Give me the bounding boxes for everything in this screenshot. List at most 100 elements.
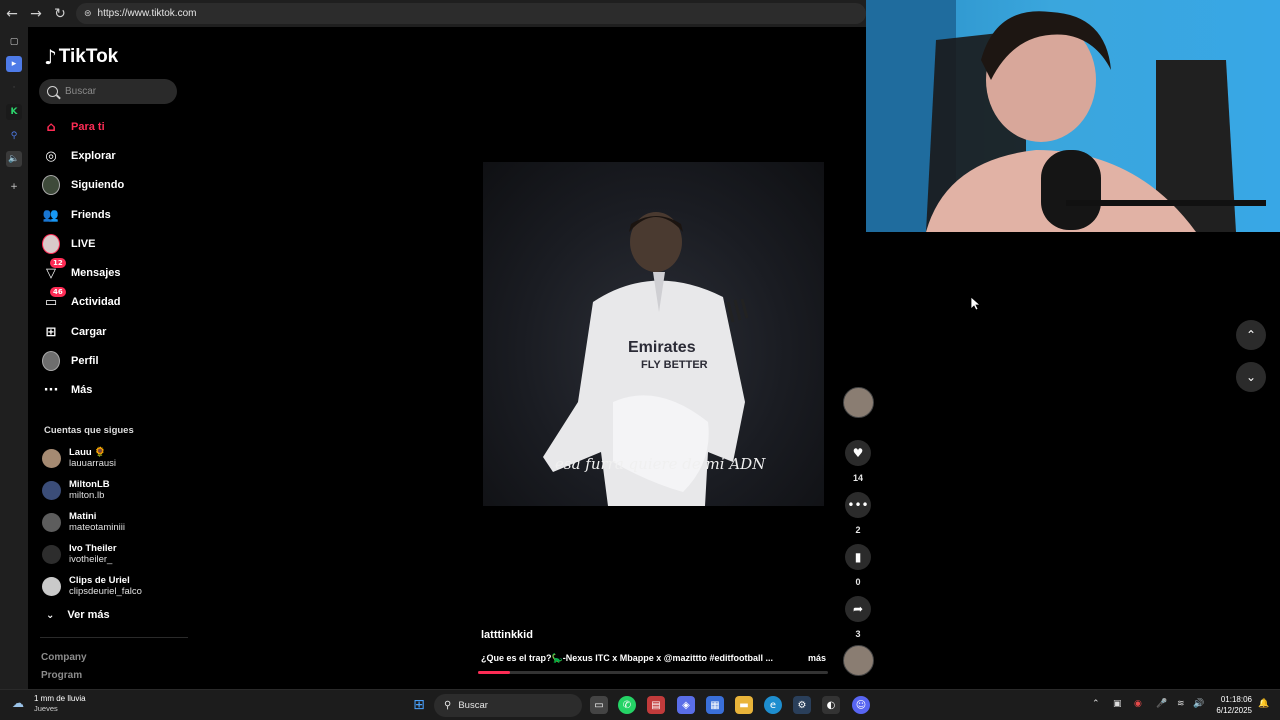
taskbar-search[interactable]: ⚲ Buscar [434, 694, 582, 717]
previous-video-button[interactable]: ⌃ [1236, 320, 1266, 350]
share-button[interactable]: ➦ [845, 596, 871, 622]
logo-text: TikTok [58, 46, 119, 67]
tiktok-logo[interactable]: ♪ TikTok [44, 45, 118, 69]
kick-icon[interactable]: K [6, 104, 22, 120]
footer-program-link[interactable]: Program [41, 670, 82, 681]
next-video-button[interactable]: ⌄ [1236, 362, 1266, 392]
following-account[interactable]: Clips de Uriel clipsdeuriel_falco [42, 572, 142, 600]
activity-icon: ▭ 46 [42, 287, 66, 311]
copilot-icon[interactable]: ◈ [677, 696, 695, 714]
comment-icon: ••• [847, 498, 869, 512]
address-bar[interactable]: ⊜ https://www.tiktok.com [76, 3, 866, 24]
search-input[interactable]: Buscar [39, 79, 177, 104]
video-author[interactable]: latttinkkid [481, 629, 533, 641]
nav-following[interactable]: Siguiendo [42, 174, 124, 196]
account-handle: clipsdeuriel_falco [69, 586, 142, 597]
add-icon[interactable]: + [6, 179, 22, 195]
nav-explore[interactable]: ◎ Explorar [42, 145, 116, 167]
nav-label: Explorar [71, 150, 116, 162]
search-icon: ⚲ [444, 700, 452, 711]
following-account[interactable]: Ivo Theiler ivotheiler_ [42, 540, 117, 568]
video-progress-bar[interactable] [478, 671, 828, 674]
site-info-icon: ⊜ [84, 8, 92, 19]
account-handle: milton.lb [69, 490, 105, 501]
back-button[interactable]: ← [0, 0, 24, 27]
nav-label: Perfil [71, 355, 99, 367]
search-placeholder: Buscar [65, 86, 97, 97]
avatar [42, 480, 61, 500]
notifications-icon[interactable]: 🔔 [1258, 699, 1269, 709]
compass-icon: ◎ [45, 148, 57, 164]
search-icon[interactable]: ⚲ [6, 128, 22, 144]
tray-app-icon[interactable]: ▣ [1113, 699, 1122, 709]
taskbar-search-label: Buscar [458, 700, 488, 711]
whatsapp-icon[interactable]: ✆ [618, 696, 636, 714]
windows-taskbar: ☁ 1 mm de lluvia Jueves ⊞ ⚲ Buscar ▭ ✆ ▤… [0, 689, 1280, 720]
following-account[interactable]: Lauu 🌻 lauuarrausi [42, 444, 116, 472]
account-name: Clips de Uriel [69, 575, 130, 586]
steam-icon[interactable]: ⚙ [793, 696, 811, 714]
tray-chevron-icon[interactable]: ⌃ [1092, 699, 1100, 709]
windows-start-icon[interactable]: ⊞ [410, 696, 428, 714]
svg-text:FLY BETTER: FLY BETTER [641, 359, 708, 371]
account-name: Matini [69, 511, 97, 522]
account-handle: mateotaminiii [69, 522, 125, 533]
messages-badge: 12 [50, 258, 66, 268]
nav-profile[interactable]: Perfil [42, 350, 99, 372]
more-icon: ··· [43, 382, 59, 398]
microphone-icon[interactable]: 🎤 [1156, 699, 1167, 709]
chevron-down-icon: ⌄ [1245, 370, 1257, 384]
edge-browser-icon[interactable]: e [764, 696, 782, 714]
nav-label: Para ti [71, 121, 105, 133]
sound-avatar[interactable] [843, 645, 874, 676]
avatar [42, 448, 61, 468]
system-clock[interactable]: 01:18:06 6/12/2025 [1208, 694, 1252, 716]
reload-button[interactable]: ↻ [48, 0, 72, 27]
nav-label: Cargar [71, 326, 107, 338]
account-name: Lauu 🌻 [69, 447, 107, 458]
weather-text: 1 mm de lluvia [34, 694, 86, 703]
discord-icon[interactable]: ☺ [852, 696, 870, 714]
nav-label: Actividad [71, 296, 121, 308]
nav-for-you[interactable]: ⌂ Para ti [42, 116, 105, 138]
tabs-icon[interactable]: ▢ [6, 34, 22, 50]
app-icon[interactable]: ▤ [647, 696, 665, 714]
app-icon[interactable]: ◐ [822, 696, 840, 714]
following-account[interactable]: MiltonLB milton.lb [42, 476, 110, 504]
file-explorer-icon[interactable]: ▬ [735, 696, 753, 714]
nav-more[interactable]: ··· Más [42, 379, 93, 401]
activity-badge: 46 [50, 287, 66, 297]
store-icon[interactable]: ▦ [706, 696, 724, 714]
video-player[interactable]: Emirates FLY BETTER esa furra quiere de … [483, 162, 824, 506]
task-view-icon[interactable]: ▭ [590, 696, 608, 714]
rain-cloud-icon: ☁ [12, 696, 24, 710]
nav-live[interactable]: LIVE [42, 233, 95, 255]
speaker-icon[interactable]: 🔈 [6, 151, 22, 167]
save-button[interactable]: ▮ [845, 544, 871, 570]
volume-icon[interactable]: 🔊 [1193, 699, 1204, 709]
app-icon[interactable]: ▸ [6, 56, 22, 72]
reload-icon: ↻ [54, 5, 66, 22]
nav-activity[interactable]: ▭ 46 Actividad [42, 287, 121, 313]
forward-button[interactable]: → [24, 0, 48, 27]
nav-messages[interactable]: ▽ 12 Mensajes [42, 258, 121, 284]
following-account[interactable]: Matini mateotaminiii [42, 508, 125, 536]
save-count: 0 [855, 577, 861, 587]
nav-upload[interactable]: ⊞ Cargar [42, 321, 107, 343]
app-icon[interactable]: · [6, 80, 22, 96]
clock-date: 6/12/2025 [1216, 706, 1252, 715]
comment-button[interactable]: ••• [845, 492, 871, 518]
avatar [42, 576, 61, 596]
like-button[interactable]: ♥ [845, 440, 871, 466]
wifi-icon[interactable]: ≋ [1177, 699, 1185, 709]
tray-app-icon[interactable]: ◉ [1134, 699, 1142, 709]
nav-label: Siguiendo [71, 179, 125, 191]
description-text: ¿Que es el trap?🦕-Nexus ITC x Mbappe x @… [481, 653, 774, 663]
footer-company-link[interactable]: Company [41, 652, 87, 663]
creator-avatar[interactable] [843, 387, 874, 418]
see-more-button[interactable]: ⌄ Ver más [46, 609, 110, 621]
arrow-left-icon: ← [6, 5, 18, 22]
weather-widget[interactable]: ☁ 1 mm de lluvia Jueves [12, 694, 86, 714]
nav-friends[interactable]: 👥 Friends [42, 204, 111, 226]
more-link[interactable]: más [808, 653, 826, 664]
